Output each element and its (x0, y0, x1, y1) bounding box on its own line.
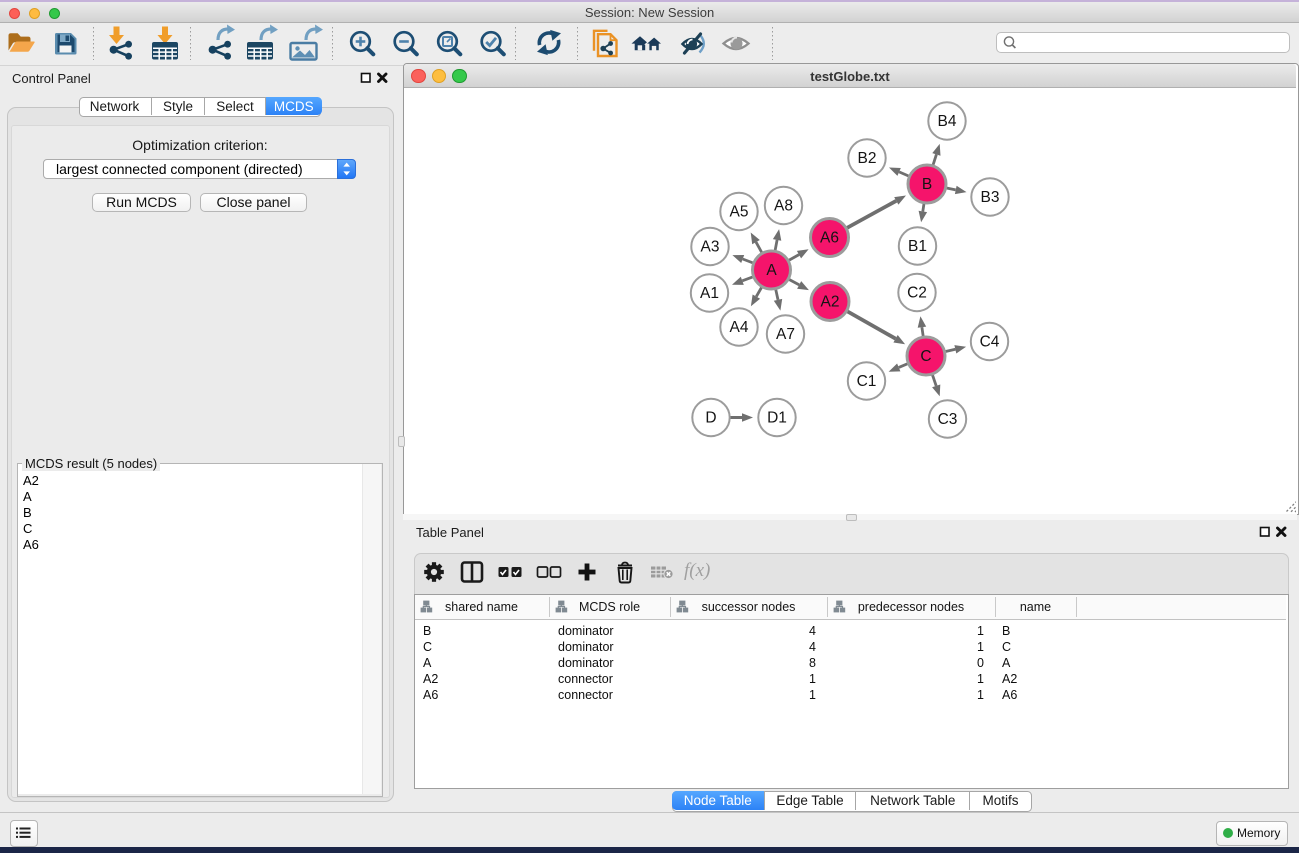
svg-text:A: A (766, 262, 777, 279)
svg-text:1: 1 (977, 672, 984, 686)
svg-text:C3: C3 (938, 411, 958, 428)
svg-text:B1: B1 (908, 238, 927, 255)
svg-text:D: D (705, 410, 716, 427)
svg-text:successor nodes: successor nodes (702, 600, 796, 614)
svg-text:A3: A3 (701, 239, 720, 256)
svg-text:B: B (1002, 624, 1010, 638)
svg-text:B: B (922, 176, 932, 193)
svg-text:C4: C4 (980, 334, 1000, 351)
svg-text:predecessor nodes: predecessor nodes (858, 600, 964, 614)
svg-text:name: name (1020, 600, 1051, 614)
svg-text:MCDS role: MCDS role (579, 600, 640, 614)
svg-text:4: 4 (809, 640, 816, 654)
svg-text:A: A (1002, 656, 1011, 670)
svg-text:B: B (423, 624, 431, 638)
svg-text:C: C (920, 348, 931, 365)
svg-text:A6: A6 (820, 230, 839, 247)
svg-text:A: A (423, 656, 432, 670)
svg-text:1: 1 (809, 672, 816, 686)
svg-text:1: 1 (977, 640, 984, 654)
svg-text:dominator: dominator (558, 656, 614, 670)
svg-text:A6: A6 (1002, 688, 1017, 702)
svg-text:C: C (1002, 640, 1011, 654)
svg-text:4: 4 (809, 624, 816, 638)
svg-text:A4: A4 (730, 319, 749, 336)
svg-text:A2: A2 (423, 672, 438, 686)
svg-text:A2: A2 (1002, 672, 1017, 686)
svg-text:shared name: shared name (445, 600, 518, 614)
svg-text:dominator: dominator (558, 624, 614, 638)
svg-text:1: 1 (977, 688, 984, 702)
svg-text:A2: A2 (821, 294, 840, 311)
svg-text:B2: B2 (858, 150, 877, 167)
svg-text:D1: D1 (767, 410, 787, 427)
svg-text:1: 1 (977, 624, 984, 638)
svg-text:1: 1 (809, 688, 816, 702)
svg-text:connector: connector (558, 688, 613, 702)
svg-text:connector: connector (558, 672, 613, 686)
svg-text:B4: B4 (938, 113, 957, 130)
svg-text:dominator: dominator (558, 640, 614, 654)
svg-text:A6: A6 (423, 688, 438, 702)
svg-text:8: 8 (809, 656, 816, 670)
svg-text:B3: B3 (981, 189, 1000, 206)
svg-text:A8: A8 (774, 198, 793, 215)
svg-text:A1: A1 (700, 285, 719, 302)
svg-text:A5: A5 (730, 204, 749, 221)
svg-text:C1: C1 (857, 373, 877, 390)
svg-text:A7: A7 (776, 326, 795, 343)
svg-text:0: 0 (977, 656, 984, 670)
svg-text:C: C (423, 640, 432, 654)
svg-text:C2: C2 (907, 285, 927, 302)
